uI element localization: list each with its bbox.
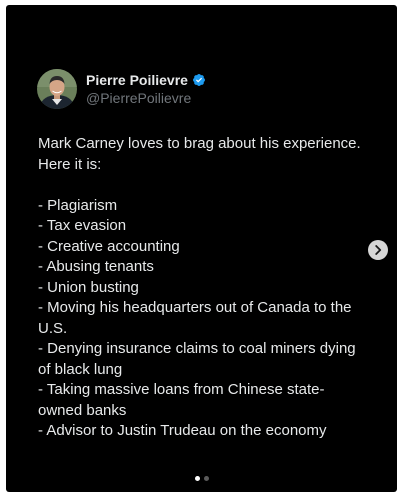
post-line: - Moving his headquarters out of Canada …: [38, 299, 352, 316]
post-line-gap: [38, 175, 368, 196]
carousel-dot[interactable]: [203, 476, 209, 481]
display-name-row: Pierre Poilievre: [86, 71, 206, 89]
post-line: U.S.: [38, 319, 68, 337]
post-line: - Taking massive loans from Chinese stat…: [38, 381, 325, 398]
carousel-dot-active[interactable]: [194, 476, 200, 481]
post-line: - Union busting: [38, 278, 139, 296]
author-handle[interactable]: @PierrePoilievre: [86, 89, 206, 107]
post-line: Here it is:: [38, 155, 102, 173]
author-display-name[interactable]: Pierre Poilievre: [86, 71, 188, 89]
post-line: - Denying insurance claims to coal miner…: [38, 340, 356, 357]
post-line: owned banks: [38, 401, 127, 419]
carousel-pagination: [6, 476, 397, 481]
carousel-next-button[interactable]: [368, 240, 388, 260]
post-line: - Advisor to Justin Trudeau on the econo…: [38, 422, 327, 439]
post-line: - Creative accounting: [38, 237, 180, 255]
post-card: Pierre Poilievre @PierrePoilievre Mark C…: [6, 5, 397, 492]
post-line: - Plagiarism: [38, 196, 118, 214]
post-text: Mark Carney loves to brag about his expe…: [38, 134, 368, 442]
post-header: Pierre Poilievre @PierrePoilievre: [37, 69, 206, 109]
post-line: Mark Carney loves to brag about his expe…: [38, 135, 361, 152]
post-line: of black lung: [38, 360, 123, 378]
author-names: Pierre Poilievre @PierrePoilievre: [86, 71, 206, 107]
verified-badge-icon: [192, 73, 206, 87]
post-line: - Tax evasion: [38, 217, 127, 234]
post-line: - Abusing tenants: [38, 258, 154, 275]
chevron-right-icon: [375, 245, 382, 255]
author-avatar[interactable]: [37, 69, 77, 109]
